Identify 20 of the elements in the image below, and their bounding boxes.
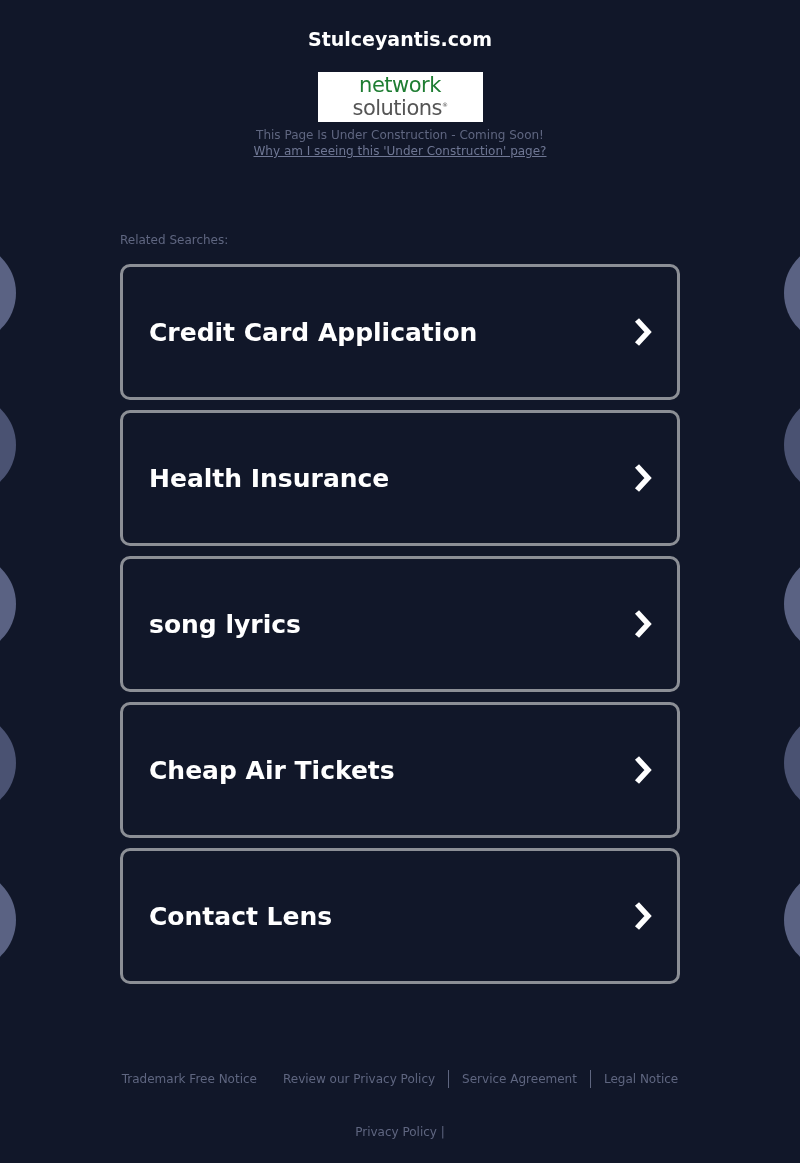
footer-link[interactable]: Legal Notice (590, 1072, 692, 1086)
search-link-card[interactable]: song lyrics (120, 556, 680, 692)
logo: network solutions$^{®}$ (317, 72, 483, 122)
related-searches-label: Related Searches: (120, 233, 230, 247)
footer-link[interactable]: Trademark Free Notice (108, 1072, 270, 1086)
search-link-card[interactable]: Credit Card Application (120, 264, 680, 400)
chevron-right-icon (633, 901, 653, 931)
info-link[interactable]: Why am I seeing this 'Under Construction' page? (253, 143, 547, 159)
construction-notice: This Page Is Under Construction - Coming Soon! (256, 127, 544, 143)
chevron-right-icon (633, 317, 653, 347)
footer-link[interactable]: Review our Privacy Policy (270, 1072, 449, 1086)
chevron-right-icon (633, 755, 653, 785)
footer-link[interactable]: Service Agreement (449, 1072, 590, 1086)
search-link-card[interactable]: Contact Lens (120, 848, 680, 984)
chevron-right-icon (633, 609, 653, 639)
chevron-right-icon (633, 463, 653, 493)
search-link-card[interactable]: Health Insurance (120, 410, 680, 546)
privacy-policy-link[interactable]: Privacy Policy | (355, 1125, 445, 1139)
search-link-card[interactable]: Cheap Air Tickets (120, 702, 680, 838)
site-title: Stulceyantis.com (308, 28, 492, 50)
